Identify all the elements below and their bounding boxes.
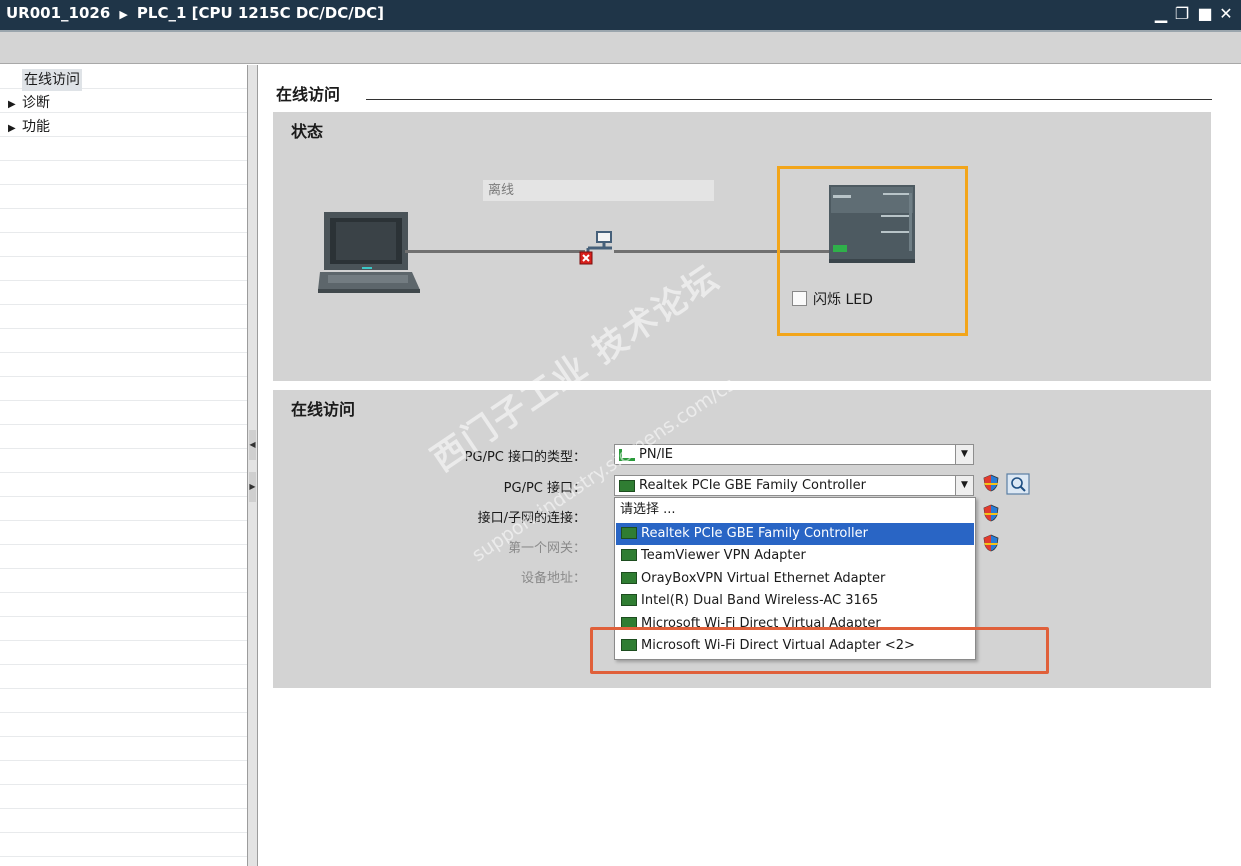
- window-title: UR001_1026 ▶ PLC_1 [CPU 1215C DC/DC/DC]: [6, 4, 384, 22]
- network-cable: [405, 250, 585, 253]
- window-title-bar: UR001_1026 ▶ PLC_1 [CPU 1215C DC/DC/DC] …: [0, 0, 1241, 30]
- dropdown-option[interactable]: OrayBoxVPN Virtual Ethernet Adapter: [616, 568, 974, 590]
- plc-cpu-icon: [829, 185, 915, 263]
- collapse-left-icon[interactable]: ◀: [249, 430, 256, 460]
- nav-item-functions[interactable]: ▶ 功能: [8, 116, 50, 138]
- breadcrumb-arrow-icon: ▶: [115, 8, 132, 21]
- navigation-tree: 在线访问 ▶ 诊断 ▶ 功能: [0, 65, 247, 866]
- device-address-label: 设备地址：: [520, 571, 586, 586]
- device-name: PLC_1 [CPU 1215C DC/DC/DC]: [136, 4, 385, 22]
- network-card-icon: [621, 593, 637, 606]
- restore-button[interactable]: ❐: [1172, 5, 1192, 23]
- close-button[interactable]: ✕: [1216, 5, 1236, 23]
- dropdown-option[interactable]: TeamViewer VPN Adapter: [616, 545, 974, 567]
- chevron-down-icon[interactable]: ▼: [955, 445, 973, 464]
- status-section-title: 状态: [291, 122, 324, 141]
- interface-type-select[interactable]: PN/IE ▼: [614, 444, 974, 465]
- online-access-section-title: 在线访问: [291, 400, 356, 419]
- properties-shield-icon[interactable]: [983, 534, 999, 552]
- project-name: UR001_1026: [6, 4, 111, 22]
- interface-select[interactable]: Realtek PCIe GBE Family Controller ▼: [614, 475, 974, 496]
- title-divider: [366, 99, 1212, 100]
- network-card-icon: [621, 571, 637, 584]
- network-node-disconnected-icon: [579, 231, 612, 265]
- maximize-button[interactable]: ■: [1195, 5, 1215, 23]
- annotation-highlight-box: [590, 627, 1049, 674]
- dropdown-option[interactable]: Intel(R) Dual Band Wireless-AC 3165: [616, 590, 974, 612]
- dropdown-prompt[interactable]: 请选择 ...: [616, 499, 974, 521]
- dropdown-option[interactable]: Realtek PCIe GBE Family Controller: [616, 523, 974, 545]
- nav-item-online-access[interactable]: 在线访问: [22, 69, 82, 91]
- network-card-icon: [621, 548, 637, 561]
- search-device-icon[interactable]: [1006, 473, 1030, 495]
- nav-item-diagnostics[interactable]: ▶ 诊断: [8, 92, 50, 114]
- expand-arrow-icon[interactable]: ▶: [8, 94, 22, 116]
- properties-shield-icon[interactable]: [983, 474, 999, 492]
- nav-item-label: 功能: [22, 119, 50, 135]
- panel-splitter[interactable]: [247, 65, 258, 866]
- interface-value: Realtek PCIe GBE Family Controller: [639, 478, 866, 493]
- flash-led-label: 闪烁 LED: [813, 292, 873, 308]
- nav-item-label: 在线访问: [24, 72, 80, 88]
- expand-arrow-icon[interactable]: ▶: [8, 118, 22, 140]
- toolbar: [0, 30, 1241, 64]
- properties-shield-icon[interactable]: [983, 504, 999, 522]
- minimize-button[interactable]: ▁: [1151, 5, 1171, 23]
- network-card-icon: [619, 479, 635, 492]
- nav-item-label: 诊断: [22, 95, 50, 111]
- flash-led-checkbox[interactable]: [792, 291, 807, 306]
- network-card-icon: [621, 526, 637, 539]
- page-title: 在线访问: [276, 85, 341, 104]
- expand-right-icon[interactable]: ▶: [249, 472, 256, 502]
- connection-status: 离线: [483, 180, 714, 201]
- chevron-down-icon[interactable]: ▼: [955, 476, 973, 495]
